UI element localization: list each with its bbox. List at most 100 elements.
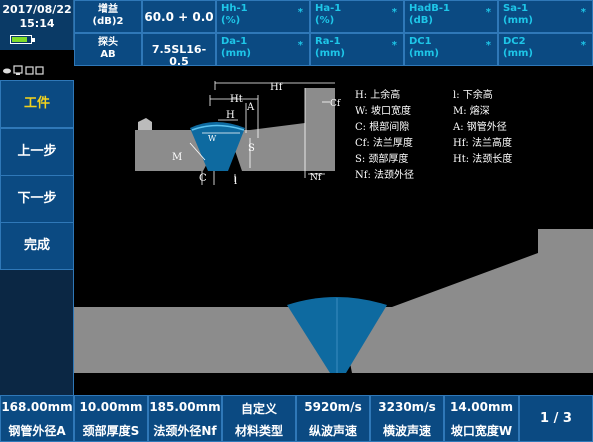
legend-item: A: 钢管外径 <box>453 122 507 133</box>
usb-network-icon <box>3 65 44 75</box>
probe-value-cell[interactable]: 7.5SL16-0.5 <box>142 33 216 68</box>
gain-value: 60.0 + 0.0 <box>144 10 214 24</box>
probe-label-cell[interactable]: 探头 AB <box>74 33 142 66</box>
measure-cell-sa1[interactable]: Sa-1 (mm) * <box>498 0 593 33</box>
measure-value: * <box>391 7 397 18</box>
param-value: 168.00mm <box>1 400 73 414</box>
battery-icon <box>10 35 35 44</box>
measure-value: * <box>485 40 491 51</box>
measure-unit: (dB) <box>409 15 433 26</box>
label-l: l <box>234 176 237 187</box>
workpiece-cross-section <box>74 229 593 373</box>
param-material-type[interactable]: 自定义 材料类型 <box>222 395 296 442</box>
param-value: 14.00mm <box>450 400 513 414</box>
param-value: 10.00mm <box>79 400 143 414</box>
measure-value: * <box>485 7 491 18</box>
param-label: 坡口宽度W <box>450 424 513 438</box>
label-ht: Ht <box>230 94 243 105</box>
gain-value-cell[interactable]: 60.0 + 0.0 <box>142 0 216 33</box>
measure-value: * <box>580 7 586 18</box>
gain-unit: (dB)2 <box>92 16 124 27</box>
date-text: 2017/08/22 <box>2 3 72 16</box>
legend-item: W: 坡口宽度 <box>355 106 411 117</box>
label-nf: Nf <box>310 173 322 183</box>
param-neck-outer-diameter[interactable]: 185.00mm 法颈外径Nf <box>148 395 222 442</box>
label-w: W <box>208 134 217 143</box>
measure-unit: (mm) <box>503 48 533 59</box>
sidebar-button-next[interactable]: 下一步 <box>0 175 74 223</box>
measure-label: DC1 <box>409 36 432 47</box>
sidebar-button-workpiece[interactable]: 工件 <box>0 80 74 128</box>
legend-item: M: 熔深 <box>453 106 490 117</box>
legend-item: Cf: 法兰厚度 <box>355 138 413 149</box>
sidebar-empty-area <box>0 270 74 395</box>
param-bevel-width[interactable]: 14.00mm 坡口宽度W <box>444 395 519 442</box>
measure-unit: (mm) <box>315 48 345 59</box>
weld-schematic: Hf Ht H A W M C l S Cf Nf <box>135 81 341 187</box>
param-label: 横波声速 <box>382 424 431 438</box>
param-value: 3230m/s <box>378 400 436 414</box>
param-value: 自定义 <box>240 402 277 416</box>
legend-item: H: 上余高 <box>355 90 401 101</box>
sidebar-button-previous[interactable]: 上一步 <box>0 128 74 176</box>
param-label: 颈部厚度S <box>82 424 140 438</box>
param-label: 钢管外径A <box>8 424 66 438</box>
legend-item: S: 颈部厚度 <box>355 154 409 165</box>
measure-label: Sa-1 <box>503 3 529 14</box>
param-pipe-outer-diameter[interactable]: 168.00mm 钢管外径A <box>0 395 74 442</box>
flange-section <box>339 229 593 373</box>
measure-cell-ra1[interactable]: Ra-1 (mm) * <box>310 33 404 66</box>
param-label: 材料类型 <box>234 424 283 438</box>
legend-item: Nf: 法颈外径 <box>355 170 414 181</box>
probe-sub: AB <box>100 49 116 60</box>
measure-value: * <box>391 40 397 51</box>
label-hf: Hf <box>270 82 284 93</box>
measure-label: Ha-1 <box>315 3 342 14</box>
symbol-legend: H: 上余高 l: 下余高 W: 坡口宽度 M: 熔深 C: 根部间隙 A: 钢… <box>355 86 591 181</box>
legend-item: C: 根部间隙 <box>355 122 410 133</box>
measure-cell-dc2[interactable]: DC2 (mm) * <box>498 33 593 66</box>
measure-label: Hh-1 <box>221 3 248 14</box>
clock-panel: 2017/08/22 15:14 <box>0 0 74 50</box>
label-m: M <box>172 152 182 163</box>
label-s: S <box>248 143 255 154</box>
measure-label: DC2 <box>503 36 526 47</box>
measure-unit: (mm) <box>503 15 533 26</box>
param-shear-velocity[interactable]: 3230m/s 横波声速 <box>370 395 444 442</box>
measure-cell-dc1[interactable]: DC1 (mm) * <box>404 33 498 66</box>
page-indicator: 1 / 3 <box>540 411 572 426</box>
param-value: 5920m/s <box>304 400 362 414</box>
probe-value: 7.5SL16-0.5 <box>151 43 207 68</box>
label-a: A <box>246 102 255 113</box>
measure-label: Ra-1 <box>315 36 341 47</box>
param-neck-thickness[interactable]: 10.00mm 颈部厚度S <box>74 395 148 442</box>
legend-item: Hf: 法兰高度 <box>453 138 512 149</box>
param-longitudinal-velocity[interactable]: 5920m/s 纵波声速 <box>296 395 370 442</box>
label-cf: Cf <box>330 99 341 109</box>
page-indicator-button[interactable]: 1 / 3 <box>519 395 593 442</box>
measure-cell-hh1[interactable]: Hh-1 (%) * <box>216 0 310 33</box>
measure-cell-ha1[interactable]: Ha-1 (%) * <box>310 0 404 33</box>
measure-value: * <box>297 7 303 18</box>
param-label: 纵波声速 <box>308 424 357 438</box>
measure-label: HadB-1 <box>409 3 451 14</box>
measure-cell-da1[interactable]: Da-1 (mm) * <box>216 33 310 66</box>
measure-unit: (mm) <box>409 48 439 59</box>
measure-unit: (%) <box>221 15 241 26</box>
label-h: H <box>226 110 235 121</box>
system-status-icons <box>2 64 72 78</box>
measure-value: * <box>297 40 303 51</box>
measure-unit: (mm) <box>221 48 251 59</box>
sidebar-button-finish[interactable]: 完成 <box>0 222 74 270</box>
legend-item: Ht: 法颈长度 <box>453 154 513 165</box>
time-text: 15:14 <box>19 17 55 30</box>
measure-label: Da-1 <box>221 36 248 47</box>
probe-label: 探头 <box>98 37 118 48</box>
measure-cell-hadb1[interactable]: HadB-1 (dB) * <box>404 0 498 33</box>
param-value: 185.00mm <box>149 400 221 414</box>
legend-item: l: 下余高 <box>453 90 493 101</box>
label-c: C <box>199 173 207 184</box>
gain-label-cell[interactable]: 增益 (dB)2 <box>74 0 142 33</box>
gain-label: 增益 <box>98 4 118 15</box>
measure-unit: (%) <box>315 15 335 26</box>
